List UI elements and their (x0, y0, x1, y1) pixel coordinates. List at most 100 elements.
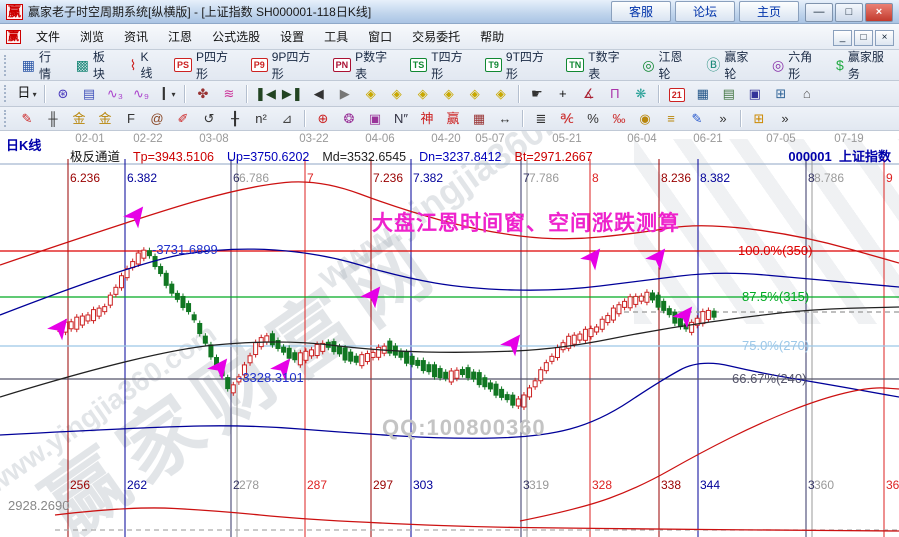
send-chart-icon[interactable]: ⊞ (769, 84, 793, 104)
menu-文件[interactable]: 文件 (26, 27, 70, 47)
home-button[interactable]: 主页 (739, 1, 799, 22)
diamond-compress-icon[interactable]: ◈ (437, 84, 461, 104)
quotes-button[interactable]: ▦行情 (14, 50, 68, 80)
shen-tool-icon[interactable]: 神 (415, 109, 439, 129)
gann-count-label: 328 (592, 479, 612, 492)
prev-bar-icon[interactable]: ◀ (307, 84, 331, 104)
9p-square-button[interactable]: P99P四方形 (243, 50, 325, 80)
more-tools-icon[interactable]: » (711, 109, 735, 129)
forum-button[interactable]: 论坛 (675, 1, 735, 22)
toolbar-grip[interactable] (4, 55, 9, 76)
smart-brain-icon[interactable]: ❋ (629, 84, 653, 104)
calculator-icon[interactable]: ▦ (691, 84, 715, 104)
computer-icon[interactable]: ⌂ (795, 84, 819, 104)
close-button[interactable]: × (865, 3, 893, 22)
indicator-value: Tp=3943.5106 (133, 150, 214, 164)
9p-square-label: 9P四方形 (272, 48, 317, 82)
grid-box-icon[interactable]: ▣ (363, 109, 387, 129)
ying-tool-icon[interactable]: 赢 (441, 109, 465, 129)
menu-设置[interactable]: 设置 (270, 27, 314, 47)
mascot-icon[interactable]: ✤ (191, 84, 215, 104)
indicator-value: Bt=2971.2667 (515, 150, 593, 164)
gold-time-1-icon[interactable]: 金 (67, 109, 91, 129)
color-chart-icon[interactable]: ≋ (217, 84, 241, 104)
diamond-expand-icon[interactable]: ◈ (411, 84, 435, 104)
kline-chart-area[interactable]: www.yingjia360.com 赢家财富网 www.yingjia360.… (0, 131, 899, 537)
menu-窗口[interactable]: 窗口 (358, 27, 402, 47)
toolbar-grip[interactable] (4, 85, 9, 103)
note-pen-icon[interactable]: ✎ (685, 109, 709, 129)
bar-width-icon[interactable]: ↔ (493, 109, 517, 129)
count-mark-icon[interactable]: Ν″ (389, 109, 413, 129)
last-bar-icon[interactable]: ▶❚ (280, 84, 305, 104)
percent-icon[interactable]: % (581, 109, 605, 129)
gold-circle-icon[interactable]: ◉ (633, 109, 657, 129)
first-bar-icon[interactable]: ❚◀ (253, 84, 278, 104)
candle-style-icon[interactable]: ❙ ▾ (155, 83, 179, 105)
gann-gate-icon[interactable]: Π (603, 84, 627, 104)
time-ruler-icon[interactable]: ╫ (41, 109, 65, 129)
hexagon-button[interactable]: ◎六角形 (764, 50, 828, 80)
mdi-close-button[interactable]: × (875, 30, 894, 46)
minimize-button[interactable]: — (805, 3, 833, 22)
toolbar-grip[interactable] (4, 110, 9, 126)
gann-target-icon[interactable]: ⊕ (311, 109, 335, 129)
p-square-button[interactable]: PSP四方形 (166, 50, 243, 80)
t-square-button[interactable]: TST四方形 (402, 50, 478, 80)
menu-浏览[interactable]: 浏览 (70, 27, 114, 47)
diamond-move-icon[interactable]: ◈ (489, 84, 513, 104)
next-bar-icon[interactable]: ▶ (333, 84, 357, 104)
percent-trend-icon[interactable]: ℀ (555, 109, 579, 129)
mdi-minimize-button[interactable]: _ (833, 30, 852, 46)
diamond-right-icon[interactable]: ◈ (385, 84, 409, 104)
color-grid-icon[interactable]: ⊞ (747, 109, 771, 129)
list-view-icon[interactable]: ▤ (77, 84, 101, 104)
notes-icon[interactable]: ▤ (717, 84, 741, 104)
menu-江恩[interactable]: 江恩 (158, 27, 202, 47)
menu-帮助[interactable]: 帮助 (470, 27, 514, 47)
mdi-restore-button[interactable]: □ (854, 30, 873, 46)
time-cycle-icon[interactable]: ↺ (197, 109, 221, 129)
gold-time-2-icon[interactable]: 金 (93, 109, 117, 129)
gann-wheel-button[interactable]: ◎江恩轮 (634, 50, 698, 80)
crosshair-tool-icon[interactable]: + (551, 84, 575, 104)
gold-levels-icon[interactable]: ≡ (659, 109, 683, 129)
hand-tool-icon[interactable]: ☛ (525, 84, 549, 104)
winner-wheel-button[interactable]: Ⓑ赢家轮 (698, 50, 764, 80)
t-table-button[interactable]: TNT数字表 (558, 50, 634, 80)
p-table-button[interactable]: PNP数字表 (325, 50, 402, 80)
wave-3-icon[interactable]: ∿₃ (103, 84, 127, 104)
wave-9-icon[interactable]: ∿₉ (129, 84, 153, 104)
red-marker-icon[interactable]: ✐ (171, 109, 195, 129)
chart-canvas[interactable]: ➤➤➤➤➤➤➤➤➤ (0, 131, 899, 537)
grid-123-icon[interactable]: ▦ (467, 109, 491, 129)
9t-square-button[interactable]: T99T四方形 (477, 50, 558, 80)
n-square-icon[interactable]: n² (249, 109, 273, 129)
calendar-icon[interactable]: 21 (665, 84, 689, 104)
period-day-icon[interactable]: 日 ▾ (15, 83, 39, 105)
diamond-left-icon[interactable]: ◈ (359, 84, 383, 104)
maximize-button[interactable]: □ (835, 3, 863, 22)
menu-资讯[interactable]: 资讯 (114, 27, 158, 47)
sectors-button[interactable]: ▩板块 (68, 50, 122, 80)
menu-公式选股[interactable]: 公式选股 (202, 27, 270, 47)
magic-sphere-icon[interactable]: ⊛ (51, 84, 75, 104)
kline-button[interactable]: ⌇K线 (122, 50, 166, 80)
more-tools-2-icon[interactable]: » (773, 109, 797, 129)
bar-ruler-icon[interactable]: ╂ (223, 109, 247, 129)
menu-工具[interactable]: 工具 (314, 27, 358, 47)
winner-service-button[interactable]: $赢家服务 (828, 50, 899, 80)
fib-ruler-icon[interactable]: F (119, 109, 143, 129)
diamond-plus-icon[interactable]: ◈ (463, 84, 487, 104)
percent-level-icon[interactable]: ‰ (607, 109, 631, 129)
draw-brush-icon[interactable]: ✎ (15, 109, 39, 129)
save-icon[interactable]: ▣ (743, 84, 767, 104)
stats-ladder-icon[interactable]: ≣ (529, 109, 553, 129)
angle-tool-icon[interactable]: ∡ (577, 84, 601, 104)
menu-交易委托[interactable]: 交易委托 (402, 27, 470, 47)
spiral-icon[interactable]: @ (145, 109, 169, 129)
service-button[interactable]: 客服 (611, 1, 671, 22)
angle-fan-icon[interactable]: ⊿ (275, 109, 299, 129)
gann-time-label: 7.786 (529, 172, 559, 185)
petal-tool-icon[interactable]: ❂ (337, 109, 361, 129)
